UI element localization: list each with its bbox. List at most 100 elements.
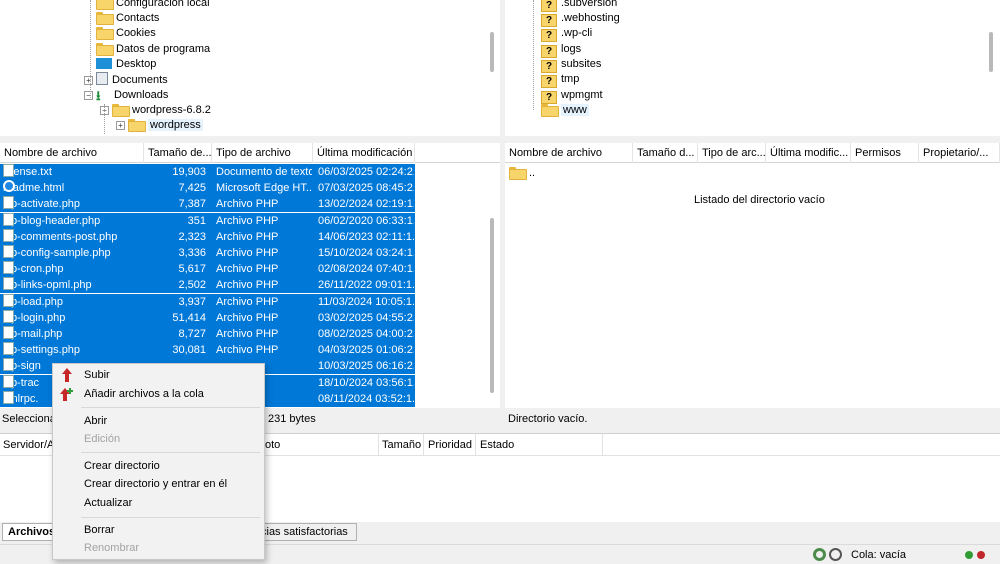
local-tree-pane[interactable]: Configuración local Contacts Cookies Datos … xyxy=(0,0,500,136)
file-type: Archivo PHP xyxy=(216,247,279,259)
col-remote-modified[interactable]: Última modific... xyxy=(766,143,851,163)
col-filename[interactable]: Nombre de archivo xyxy=(0,143,144,163)
local-tree-item[interactable]: − wordpress-6.8.2 xyxy=(100,103,211,118)
file-row[interactable]: wp-login.php 51,414 Archivo PHP 03/02/2025 … xyxy=(0,309,415,326)
remote-tree-item-label: logs xyxy=(561,43,582,55)
sync-icon[interactable] xyxy=(829,548,842,561)
add-to-queue-icon xyxy=(60,387,74,401)
file-row[interactable]: wp-links-opml.php 2,502 Archivo PHP 26/11/2… xyxy=(0,277,415,294)
remote-tree-pane[interactable]: ? .subversion? .webhosting? .wp-cli? logs? su… xyxy=(505,0,1000,136)
file-modified: 04/03/2025 01:06:2... xyxy=(318,344,414,357)
col-modified[interactable]: Última modificación xyxy=(313,143,415,163)
file-icon xyxy=(3,261,14,275)
remote-tree-item-label: www xyxy=(561,104,589,116)
menu-delete[interactable]: Borrar xyxy=(84,521,115,539)
remote-tree-item[interactable]: ? wpmgmt xyxy=(541,88,603,104)
file-type: Archivo PHP xyxy=(216,263,279,276)
remote-tree-item[interactable]: ? .webhosting xyxy=(541,11,620,27)
file-type: Archivo PHP xyxy=(216,198,279,211)
documents-icon xyxy=(96,72,108,85)
local-tree-item[interactable]: Configuración local xyxy=(96,0,210,11)
expander-icon[interactable]: + xyxy=(84,76,93,85)
file-row[interactable]: wp-settings.php 30,081 Archivo PHP 04/03/20… xyxy=(0,342,415,359)
col-remote-owner[interactable]: Propietario/... xyxy=(919,143,1000,163)
expander-icon[interactable]: + xyxy=(116,121,125,130)
file-row[interactable]: wp-cron.php 5,617 Archivo PHP 02/08/2024 07… xyxy=(0,261,415,278)
menu-upload[interactable]: Subir xyxy=(84,366,110,384)
local-tree-item-label: Configuración local xyxy=(116,0,210,9)
remote-list-header: Nombre de archivo Tamaño d... Tipo de ar… xyxy=(505,143,1000,163)
remote-tree-item[interactable]: ? subsites xyxy=(541,57,601,73)
file-name: wp-activate.php xyxy=(3,198,81,211)
file-row[interactable]: license.txt 19,903 Documento de texto 06/03… xyxy=(0,164,415,180)
local-tree-item[interactable]: Datos de programa xyxy=(96,42,210,57)
remote-tree-item[interactable]: ? tmp xyxy=(541,72,579,88)
folder-icon xyxy=(541,103,559,117)
remote-tree-item[interactable]: ? .subversion xyxy=(541,0,618,12)
file-row[interactable]: wp-load.php 3,937 Archivo PHP 11/03/2024 10… xyxy=(0,293,415,310)
file-type: Archivo PHP xyxy=(216,344,279,357)
local-tree-item[interactable]: Cookies xyxy=(96,26,156,41)
context-menu: Subir Añadir archivos a la cola Abrir Ed… xyxy=(52,363,265,560)
menu-create-directory[interactable]: Crear directorio xyxy=(84,457,160,475)
file-name: wp-links-opml.php xyxy=(3,279,92,292)
col-remote-permissions[interactable]: Permisos xyxy=(851,143,919,163)
local-list-scrollbar[interactable] xyxy=(490,218,494,393)
col-remote-filename[interactable]: Nombre de archivo xyxy=(505,143,633,163)
col-remote-size[interactable]: Tamaño d... xyxy=(633,143,698,163)
queue-status: Cola: vacía xyxy=(851,549,907,561)
file-icon xyxy=(3,309,14,323)
col-type[interactable]: Tipo de archivo xyxy=(212,143,313,163)
remote-tree-scrollbar[interactable] xyxy=(989,32,993,72)
local-tree-item[interactable]: Desktop xyxy=(96,57,156,72)
file-icon xyxy=(3,164,14,177)
col-size[interactable]: Tamaño de... xyxy=(144,143,212,163)
queue-col-priority[interactable]: Prioridad xyxy=(428,434,472,456)
parent-directory-label: .. xyxy=(529,167,536,179)
menu-rename: Renombrar xyxy=(84,542,140,554)
file-name-cell: wp-activate.php xyxy=(3,196,143,212)
remote-tree-item[interactable]: www xyxy=(541,103,589,118)
remote-status-text: Directorio vacío. xyxy=(508,413,588,425)
remote-file-list[interactable]: Nombre de archivo Tamaño d... Tipo de ar… xyxy=(505,143,1000,408)
file-name-cell: wp-comments-post.php xyxy=(3,228,143,245)
folder-icon xyxy=(96,0,114,10)
file-row[interactable]: readme.html 7,425 Microsoft Edge HT... 07/0… xyxy=(0,180,415,197)
file-modified: 14/06/2023 02:11:1... xyxy=(318,230,414,243)
menu-open[interactable]: Abrir xyxy=(84,412,107,430)
queue-col-remote[interactable]: oto xyxy=(265,434,280,456)
remote-tree-item[interactable]: ? .wp-cli xyxy=(541,26,593,42)
remote-tree-item[interactable]: ? logs xyxy=(541,42,582,58)
file-type: Archivo PHP xyxy=(216,311,279,324)
file-row[interactable]: wp-activate.php 7,387 Archivo PHP 13/02/202… xyxy=(0,196,415,213)
local-tree-item-label: Downloads xyxy=(114,89,169,101)
file-row[interactable]: wp-comments-post.php 2,323 Archivo PHP 14/0… xyxy=(0,228,415,245)
folder-icon xyxy=(96,11,114,25)
file-row[interactable]: wp-mail.php 8,727 Archivo PHP 08/02/2025 04… xyxy=(0,326,415,342)
tab-successful-transfers[interactable]: cias satisfactorias xyxy=(255,523,357,541)
parent-directory-row[interactable]: .. xyxy=(509,165,535,181)
expander-icon[interactable]: − xyxy=(84,91,93,100)
queue-col-size[interactable]: Tamaño xyxy=(382,434,421,456)
menu-create-directory-enter[interactable]: Crear directorio y entrar en él xyxy=(84,475,227,493)
vertical-splitter[interactable] xyxy=(500,0,505,430)
local-tree-item-label: Desktop xyxy=(116,58,157,70)
local-tree-scrollbar[interactable] xyxy=(490,32,494,72)
gear-icon[interactable] xyxy=(813,548,826,561)
queue-col-status[interactable]: Estado xyxy=(480,434,514,456)
local-tree-item[interactable]: + wordpress xyxy=(116,118,203,133)
file-modified: 10/03/2025 06:16:2... xyxy=(318,360,414,373)
col-remote-type[interactable]: Tipo de arc... xyxy=(698,143,766,163)
queue-col-server[interactable]: Servidor/A xyxy=(3,434,54,456)
file-icon xyxy=(3,342,14,356)
remote-tree-item-label: .subversion xyxy=(561,0,618,9)
menu-add-to-queue[interactable]: Añadir archivos a la cola xyxy=(84,385,204,403)
menu-refresh[interactable]: Actualizar xyxy=(84,494,132,512)
local-tree-item[interactable]: Contacts xyxy=(96,11,159,26)
file-row[interactable]: wp-config-sample.php 3,336 Archivo PHP 15/1… xyxy=(0,245,415,261)
local-tree-item[interactable]: + Documents xyxy=(84,72,168,87)
file-type: Archivo PHP xyxy=(216,214,279,227)
file-row[interactable]: wp-blog-header.php 351 Archivo PHP 06/02/20… xyxy=(0,212,415,229)
remote-tree-item-label: .wp-cli xyxy=(561,27,593,39)
local-tree-item[interactable]: − ⭳ Downloads xyxy=(84,88,168,103)
